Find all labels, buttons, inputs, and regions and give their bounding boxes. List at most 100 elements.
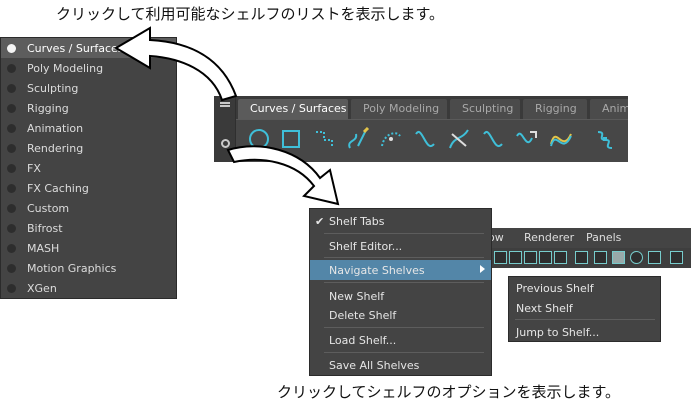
- shelf-list-item-fx[interactable]: FX: [1, 158, 176, 178]
- shelf-list-item-label: FX: [27, 161, 41, 175]
- menu-item-shelf-tabs[interactable]: ✔ Shelf Tabs: [310, 211, 491, 231]
- shelf-list-item-custom[interactable]: Custom: [1, 198, 176, 218]
- nurbs-square-icon[interactable]: [278, 126, 304, 152]
- menu-item-load-shelf[interactable]: Load Shelf...: [310, 330, 491, 350]
- menu-item-label: Previous Shelf: [516, 282, 594, 295]
- radio-icon: [7, 283, 16, 293]
- pencil-curve-icon[interactable]: [378, 126, 404, 152]
- radio-selected-icon: [7, 43, 16, 53]
- menu-divider: [324, 233, 484, 234]
- check-icon: ✔: [315, 215, 325, 228]
- tab-rigging[interactable]: Rigging: [523, 99, 587, 119]
- shelf-list-item-sculpting[interactable]: Sculpting: [1, 78, 176, 98]
- shelf-options-menu: ✔ Shelf Tabs Shelf Editor... Navigate Sh…: [309, 208, 492, 376]
- shelf-list-item-animation[interactable]: Animation: [1, 118, 176, 138]
- menu-item-jump-to-shelf[interactable]: Jump to Shelf...: [509, 322, 660, 342]
- panel-icon[interactable]: [670, 251, 683, 264]
- shelf-list-item-label: Rigging: [27, 101, 69, 115]
- attach-curves-icon[interactable]: [514, 126, 540, 152]
- radio-icon: [7, 143, 16, 153]
- shelf-list-item-label: XGen: [27, 281, 57, 295]
- radio-icon: [7, 263, 16, 273]
- shelf-list-item-poly-modeling[interactable]: Poly Modeling: [1, 58, 176, 78]
- shelf-list-item-label: Animation: [27, 121, 84, 135]
- menu-panels[interactable]: Panels: [586, 231, 621, 244]
- menu-divider: [324, 282, 484, 283]
- shelf-list-item-bifrost[interactable]: Bifrost: [1, 218, 176, 238]
- menu-renderer[interactable]: Renderer: [524, 231, 574, 244]
- menu-item-navigate-shelves[interactable]: Navigate Shelves: [310, 260, 491, 280]
- shelf-tab-strip: Curves / Surfaces Poly Modeling Sculptin…: [214, 96, 628, 119]
- tab-animation[interactable]: Anima: [590, 99, 628, 119]
- shelf-list-item-xgen[interactable]: XGen: [1, 278, 176, 298]
- bottom-caption: クリックしてシェルフのオプションを表示します。: [277, 383, 621, 401]
- radio-icon: [7, 123, 16, 133]
- shelf-list-menu: Curves / Surfaces Poly Modeling Sculptin…: [0, 37, 177, 299]
- menu-item-label: Save All Shelves: [329, 359, 420, 372]
- shelf-list-item-label: Poly Modeling: [27, 61, 104, 75]
- tab-poly-modeling[interactable]: Poly Modeling: [351, 99, 447, 119]
- radio-icon: [7, 163, 16, 173]
- bezier-curve-icon[interactable]: [446, 126, 472, 152]
- menu-divider: [515, 319, 655, 320]
- shelf-list-item-rigging[interactable]: Rigging: [1, 98, 176, 118]
- panel-icon[interactable]: [554, 251, 567, 264]
- radio-icon: [7, 183, 16, 193]
- shelf-list-item-label: Bifrost: [27, 221, 63, 235]
- submenu-arrow-icon: [480, 265, 485, 273]
- shelf-list-item-motion-graphics[interactable]: Motion Graphics: [1, 258, 176, 278]
- cube-shaded-icon[interactable]: [612, 251, 625, 264]
- radio-icon: [7, 223, 16, 233]
- tab-curves-surfaces[interactable]: Curves / Surfaces: [238, 99, 348, 119]
- shelf-bar: Curves / Surfaces Poly Modeling Sculptin…: [214, 96, 628, 162]
- top-caption: クリックして利用可能なシェルフのリストを表示します。: [56, 5, 445, 23]
- menu-item-label: Shelf Editor...: [329, 240, 403, 253]
- shelf-list-item-fx-caching[interactable]: FX Caching: [1, 178, 176, 198]
- rebuild-curve-icon[interactable]: [592, 126, 618, 152]
- menu-item-label: Delete Shelf: [329, 309, 397, 322]
- menu-divider: [324, 257, 484, 258]
- shelf-list-item-rendering[interactable]: Rendering: [1, 138, 176, 158]
- sphere-icon[interactable]: [630, 251, 643, 264]
- nurbs-circle-icon[interactable]: [246, 126, 272, 152]
- shelf-list-item-label: Sculpting: [27, 81, 79, 95]
- radio-icon: [7, 203, 16, 213]
- panel-icon[interactable]: [575, 251, 588, 264]
- radio-icon: [7, 83, 16, 93]
- radio-icon: [7, 243, 16, 253]
- panel-icon[interactable]: [509, 251, 522, 264]
- panel-icon[interactable]: [539, 251, 552, 264]
- menu-item-shelf-editor[interactable]: Shelf Editor...: [310, 236, 491, 256]
- cv-curve-icon[interactable]: [312, 126, 338, 152]
- detach-curves-icon[interactable]: [548, 126, 574, 152]
- menu-item-label: Next Shelf: [516, 302, 573, 315]
- ep-curve-icon[interactable]: [344, 126, 370, 152]
- gear-icon[interactable]: [221, 139, 230, 148]
- panel-icon[interactable]: [524, 251, 537, 264]
- curve-tool-icon[interactable]: [480, 126, 506, 152]
- shelf-list-item-label: MASH: [27, 241, 60, 255]
- panel-icon[interactable]: [648, 251, 661, 264]
- menu-item-new-shelf[interactable]: New Shelf: [310, 286, 491, 306]
- menu-divider: [324, 327, 484, 328]
- navigate-shelves-submenu: Previous Shelf Next Shelf Jump to Shelf.…: [508, 276, 661, 342]
- panel-toolbar: [478, 248, 691, 268]
- panel-icon[interactable]: [494, 251, 507, 264]
- three-point-arc-icon[interactable]: [412, 126, 438, 152]
- cube-icon[interactable]: [594, 251, 607, 264]
- tab-sculpting[interactable]: Sculpting: [450, 99, 520, 119]
- shelf-list-menu-icon[interactable]: [220, 105, 230, 107]
- shelf-list-item-label: Rendering: [27, 141, 84, 155]
- radio-icon: [7, 63, 16, 73]
- shelf-list-item-curves-surfaces[interactable]: Curves / Surfaces: [1, 38, 176, 58]
- radio-icon: [7, 103, 16, 113]
- shelf-list-item-mash[interactable]: MASH: [1, 238, 176, 258]
- menu-divider: [324, 352, 484, 353]
- menu-item-delete-shelf[interactable]: Delete Shelf: [310, 305, 491, 325]
- menu-item-previous-shelf[interactable]: Previous Shelf: [509, 278, 660, 298]
- menu-item-next-shelf[interactable]: Next Shelf: [509, 298, 660, 318]
- shelf-list-item-label: Motion Graphics: [27, 261, 117, 275]
- shelf-list-item-label: Curves / Surfaces: [27, 41, 124, 55]
- menu-item-save-all-shelves[interactable]: Save All Shelves: [310, 355, 491, 375]
- menu-bar: ow Renderer Panels: [478, 228, 691, 248]
